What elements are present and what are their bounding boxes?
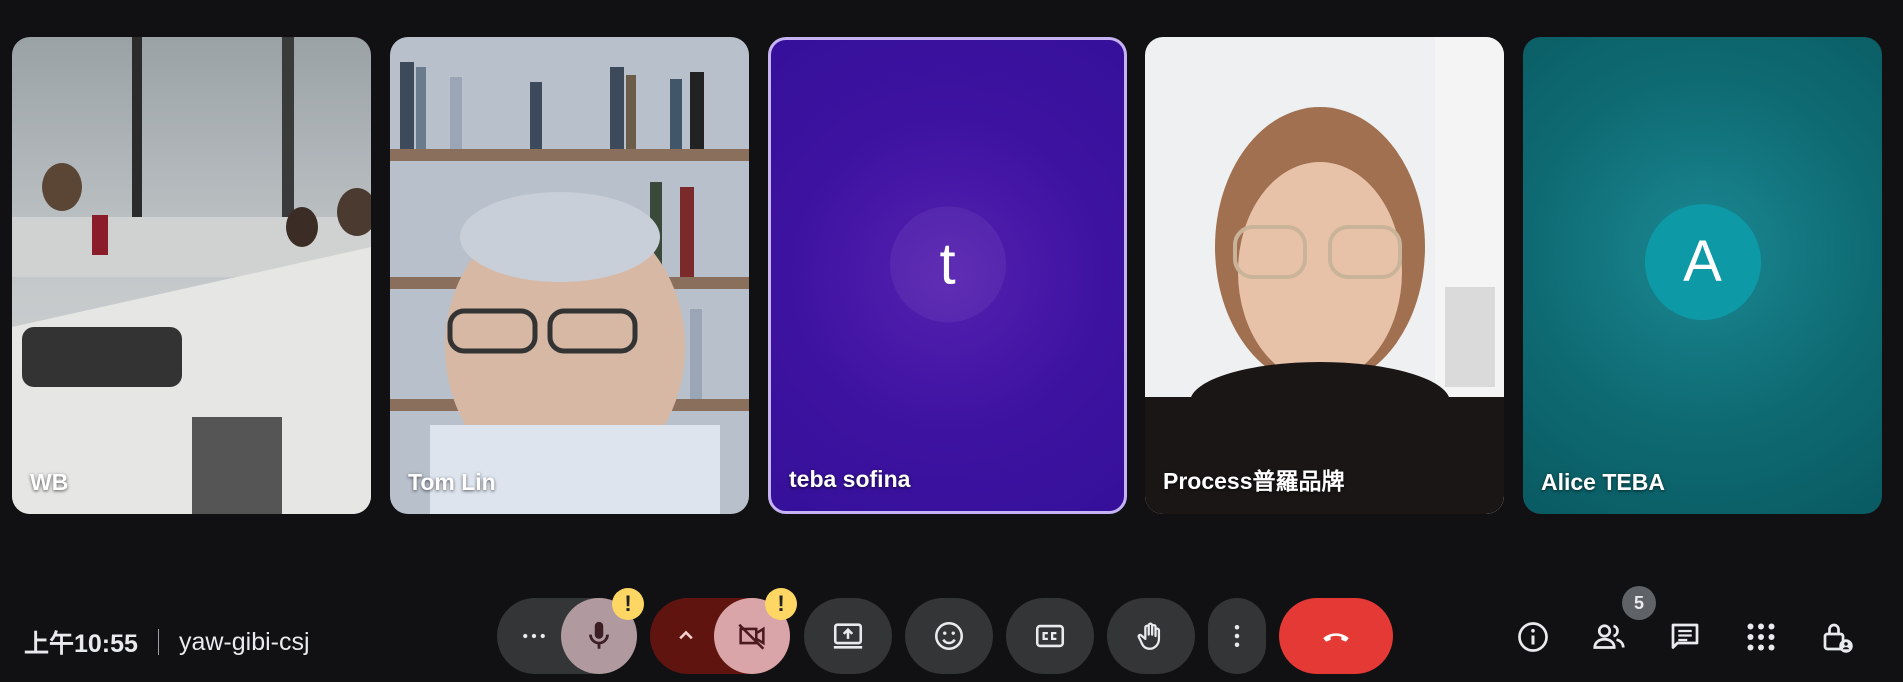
participant-tile-wb[interactable]: WB — [12, 37, 371, 514]
captions-button[interactable] — [1006, 598, 1094, 674]
avatar-letter: t — [939, 231, 956, 297]
more-vertical-icon — [1234, 625, 1240, 647]
end-call-icon — [1323, 633, 1349, 642]
video-feed-bookshelf — [390, 37, 749, 514]
video-feed-office — [12, 37, 371, 514]
present-screen-button[interactable] — [804, 598, 892, 674]
reactions-button[interactable] — [905, 598, 993, 674]
avatar-letter: A — [1683, 229, 1722, 295]
avatar: A — [1644, 203, 1761, 320]
divider — [157, 629, 159, 655]
meeting-time: 上午10:55 — [24, 630, 138, 658]
camera-off-icon — [738, 623, 765, 650]
captions-icon — [1035, 624, 1065, 648]
participant-name: teba sofina — [789, 466, 911, 492]
present-screen-icon — [833, 623, 863, 649]
more-horizontal-icon[interactable] — [519, 621, 549, 651]
participant-tile-process[interactable]: Process普羅品牌 — [1145, 37, 1504, 514]
people-icon — [1593, 624, 1625, 649]
meeting-info: 上午10:55 yaw-gibi-csj — [24, 624, 310, 660]
apps-icon — [1747, 623, 1775, 651]
call-controls-bar: 上午10:55 yaw-gibi-csj ! ! 5 — [0, 586, 1903, 678]
leave-call-button[interactable] — [1279, 598, 1393, 674]
host-controls-button[interactable] — [1814, 614, 1860, 660]
chat-button[interactable] — [1662, 614, 1708, 660]
participant-tile-teba-sofina[interactable]: t teba sofina — [768, 37, 1127, 514]
participant-tile-tom-lin[interactable]: Tom Lin — [390, 37, 749, 514]
participant-name: WB — [30, 469, 69, 495]
participant-name: Alice TEBA — [1541, 469, 1665, 495]
host-controls-icon — [1823, 623, 1853, 653]
chat-icon — [1671, 623, 1699, 649]
people-count-badge: 5 — [1622, 586, 1656, 620]
mic-off-icon — [589, 621, 609, 649]
more-options-button[interactable] — [1208, 598, 1266, 674]
raise-hand-button[interactable] — [1107, 598, 1195, 674]
participant-tile-alice-teba[interactable]: A Alice TEBA — [1523, 37, 1882, 514]
mic-warning-badge: ! — [612, 588, 644, 620]
emoji-icon — [934, 621, 964, 651]
participant-name: Tom Lin — [408, 469, 496, 495]
info-icon — [1518, 622, 1548, 652]
avatar: t — [889, 205, 1006, 322]
activities-button[interactable] — [1738, 614, 1784, 660]
people-button[interactable] — [1586, 614, 1632, 660]
meeting-code: yaw-gibi-csj — [178, 627, 310, 656]
participant-name: Process普羅品牌 — [1163, 468, 1345, 494]
chevron-up-icon[interactable] — [672, 622, 700, 650]
meeting-details-button[interactable] — [1510, 614, 1556, 660]
video-feed-person — [1145, 37, 1504, 514]
camera-warning-badge: ! — [765, 588, 797, 620]
raise-hand-icon — [1137, 622, 1161, 650]
